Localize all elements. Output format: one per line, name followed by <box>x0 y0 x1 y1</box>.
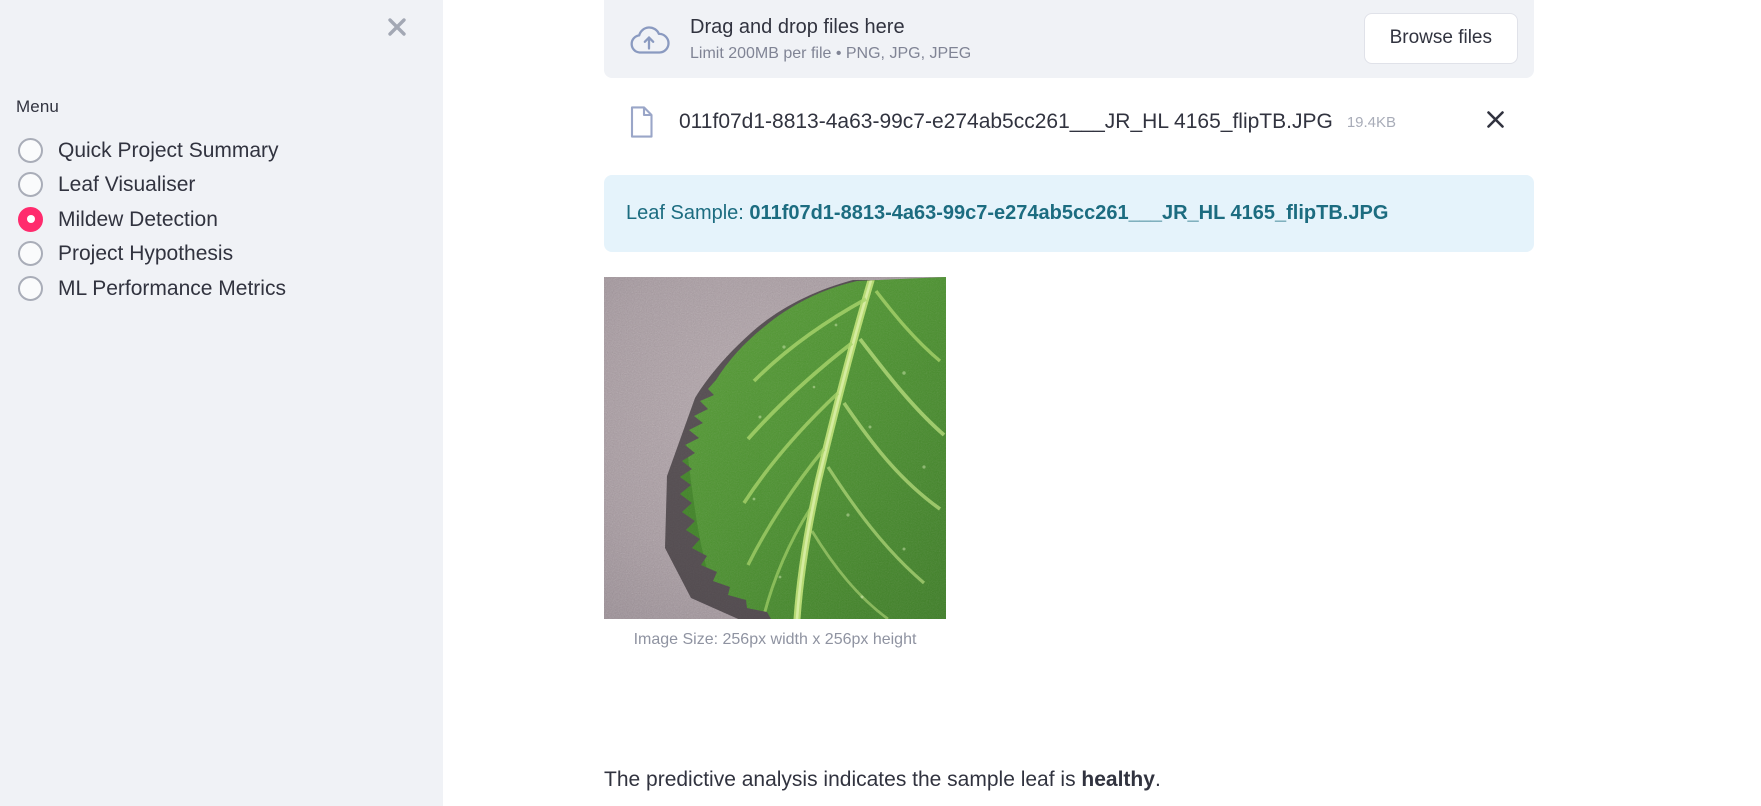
leaf-sample-banner-prefix: Leaf Sample: <box>626 202 750 224</box>
menu-label: Menu <box>16 97 59 116</box>
file-dropzone[interactable]: Drag and drop files here Limit 200MB per… <box>604 0 1534 78</box>
remove-file-button[interactable] <box>1478 105 1512 139</box>
leaf-image-block: Image Size: 256px width x 256px height <box>604 277 946 649</box>
radio-icon-selected <box>18 206 43 232</box>
uploaded-file-row: 011f07d1-8813-4a63-99c7-e274ab5cc261___J… <box>604 96 1534 148</box>
sidebar-item-label: Project Hypothesis <box>58 242 234 266</box>
browse-files-button[interactable]: Browse files <box>1363 13 1518 64</box>
radio-icon <box>18 241 43 267</box>
prediction-verdict: healthy <box>1081 768 1155 791</box>
main-content: Drag and drop files here Limit 200MB per… <box>443 0 1761 806</box>
app-root: Menu Quick Project Summary Leaf Visualis… <box>0 0 1761 806</box>
radio-icon <box>18 275 43 301</box>
leaf-sample-image <box>604 277 946 619</box>
sidebar-item-label: Leaf Visualiser <box>58 173 196 197</box>
sidebar-item-ml-performance-metrics[interactable]: ML Performance Metrics <box>18 271 418 306</box>
leaf-sample-banner: Leaf Sample: 011f07d1-8813-4a63-99c7-e27… <box>604 175 1534 252</box>
sidebar-item-mildew-detection[interactable]: Mildew Detection <box>18 202 418 237</box>
sidebar-item-label: Quick Project Summary <box>58 138 279 162</box>
leaf-sample-banner-text: Leaf Sample: 011f07d1-8813-4a63-99c7-e27… <box>626 202 1388 225</box>
prediction-suffix: . <box>1154 768 1161 791</box>
prediction-text: The predictive analysis indicates the sa… <box>604 768 1161 792</box>
document-icon <box>626 105 656 139</box>
sidebar-item-project-hypothesis[interactable]: Project Hypothesis <box>18 237 418 272</box>
radio-icon <box>18 172 43 198</box>
radio-icon <box>18 137 43 163</box>
sidebar-close-button[interactable] <box>378 8 416 46</box>
prediction-prefix: The predictive analysis indicates the sa… <box>604 768 1082 791</box>
sidebar-item-quick-project-summary[interactable]: Quick Project Summary <box>18 133 418 168</box>
close-icon <box>1485 109 1506 135</box>
menu-radio-group[interactable]: Quick Project Summary Leaf Visualiser Mi… <box>18 133 418 306</box>
uploaded-file-size: 19.4KB <box>1346 113 1397 131</box>
dropzone-title: Drag and drop files here <box>690 16 905 38</box>
dropzone-subtitle: Limit 200MB per file • PNG, JPG, JPEG <box>690 45 972 62</box>
dropzone-texts: Drag and drop files here Limit 200MB per… <box>690 14 1364 63</box>
cloud-upload-icon <box>626 16 672 62</box>
sidebar-item-label: ML Performance Metrics <box>58 276 286 300</box>
leaf-sample-banner-filename: 011f07d1-8813-4a63-99c7-e274ab5cc261___J… <box>749 202 1389 224</box>
sidebar-item-label: Mildew Detection <box>58 207 218 231</box>
uploaded-file-name: 011f07d1-8813-4a63-99c7-e274ab5cc261___J… <box>679 110 1333 133</box>
leaf-image-caption: Image Size: 256px width x 256px height <box>633 631 917 648</box>
close-icon <box>386 16 408 38</box>
sidebar-item-leaf-visualiser[interactable]: Leaf Visualiser <box>18 168 418 203</box>
sidebar: Menu Quick Project Summary Leaf Visualis… <box>0 0 443 806</box>
